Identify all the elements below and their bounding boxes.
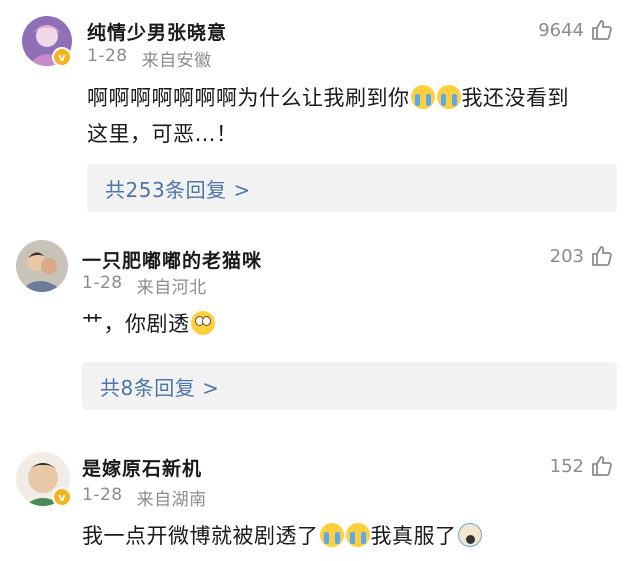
comment-location: 来自湖南 — [136, 490, 207, 510]
like-count: 9644 — [538, 19, 584, 41]
comment-text: 啊啊啊啊啊啊啊为什么让我刷到你 我还没看到 这里，可恶…！ — [87, 85, 569, 146]
comment-text: 艹，你剧透 — [82, 306, 602, 342]
username[interactable]: 一只肥嘟嘟的老猫咪 — [82, 246, 262, 273]
like-count: 152 — [549, 455, 584, 477]
like-button[interactable]: 152 — [550, 454, 614, 478]
comment-date: 1-28 — [82, 273, 123, 293]
verified-badge-icon: v — [52, 47, 72, 67]
like-count: 203 — [549, 245, 584, 267]
view-replies-link[interactable]: 共253条回复 > — [87, 164, 617, 212]
comment-meta: 1-28 来自安徽 — [87, 46, 212, 71]
comment-item: v 是嫁原石新机 1-28 来自湖南 152 我一点开微博就被剧透了 我真服了 — [0, 442, 640, 561]
avatar[interactable] — [16, 240, 68, 292]
crying-emoji-icon — [345, 523, 370, 547]
crying-emoji-icon — [436, 85, 461, 109]
thumbs-up-icon — [592, 246, 612, 266]
comment-date: 1-28 — [82, 485, 123, 505]
comment-item: 一只肥嘟嘟的老猫咪 1-28 来自河北 203 艹，你剧透 共8条回复 > — [0, 228, 640, 418]
scared-emoji-icon — [457, 523, 482, 547]
like-button[interactable]: 203 — [550, 244, 614, 268]
comment-location: 来自河北 — [136, 278, 207, 298]
username[interactable]: 是嫁原石新机 — [82, 454, 202, 481]
view-replies-link[interactable]: 共8条回复 > — [82, 362, 617, 410]
eye-roll-emoji-icon — [190, 311, 215, 335]
crying-emoji-icon — [410, 85, 435, 109]
comment-meta: 1-28 来自湖南 — [82, 485, 207, 510]
thumbs-up-icon — [592, 456, 612, 476]
like-button[interactable]: 9644 — [538, 18, 614, 42]
verified-badge-icon: v — [52, 487, 72, 507]
comment-date: 1-28 — [87, 46, 128, 66]
comment-location: 来自安徽 — [141, 51, 212, 71]
comment-meta: 1-28 来自河北 — [82, 273, 207, 298]
crying-emoji-icon — [319, 523, 344, 547]
comment-item: v 纯情少男张晓意 1-28 来自安徽 9644 啊啊啊啊啊啊啊为什么让我刷到你… — [0, 0, 640, 220]
username[interactable]: 纯情少男张晓意 — [87, 18, 227, 45]
thumbs-up-icon — [592, 20, 612, 40]
comment-text: 我一点开微博就被剧透了 我真服了 — [82, 518, 622, 554]
